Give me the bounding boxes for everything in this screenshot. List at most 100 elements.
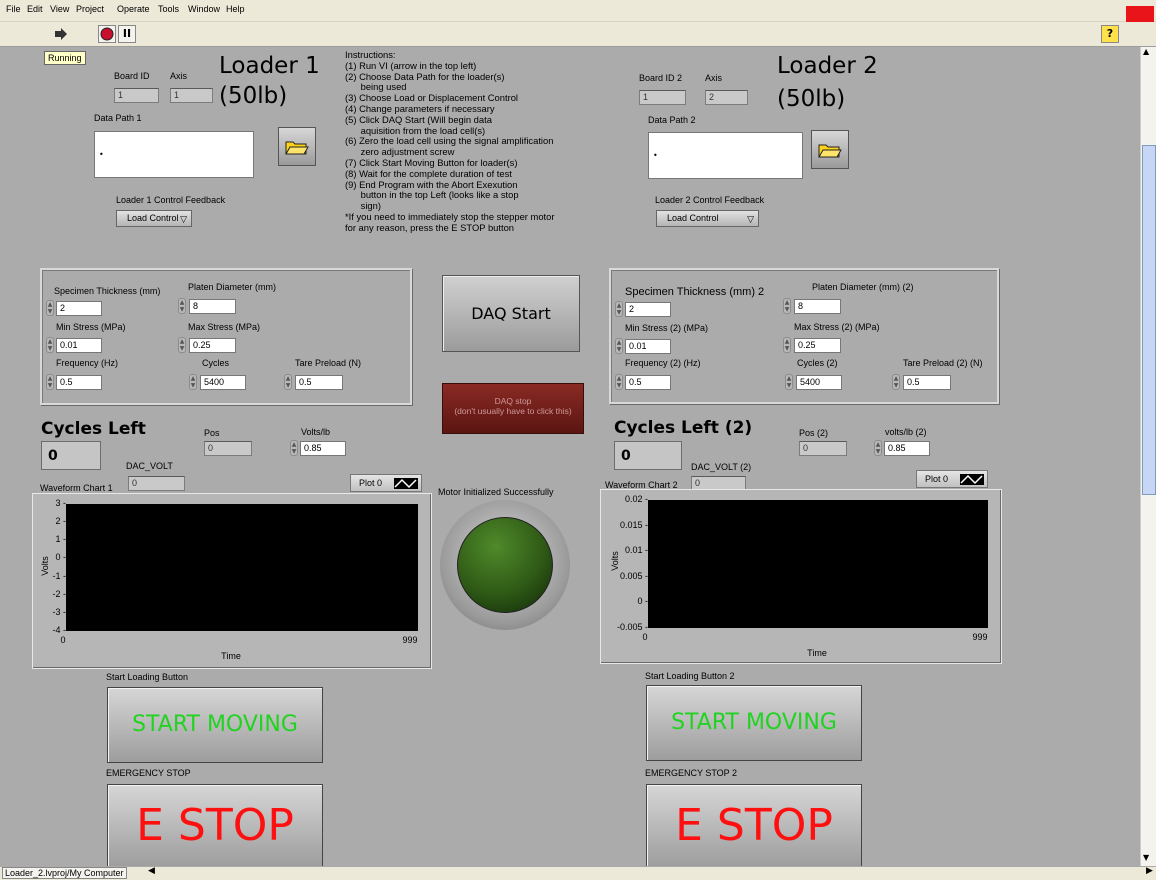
- thickness-stepper-icon[interactable]: ▲ ▼: [46, 300, 54, 316]
- dac-volt-label: DAC_VOLT: [126, 461, 173, 471]
- volts-stepper-icon[interactable]: ▲ ▼: [290, 440, 298, 456]
- menu-project[interactable]: Project: [76, 4, 104, 14]
- max-stress-input[interactable]: 0.25: [189, 338, 236, 353]
- instruction-line: button in the top Left (looks like a sto…: [345, 189, 519, 201]
- daq-stop-button[interactable]: DAQ stop (don't usually have to click th…: [442, 383, 584, 434]
- min-stress-input[interactable]: 0.01: [56, 338, 102, 353]
- frequency-2-stepper-icon[interactable]: ▲ ▼: [615, 374, 623, 390]
- loader2-title: Loader 2: [777, 53, 878, 79]
- motor-initialized-led: [457, 517, 553, 613]
- max-stress-2-stepper-icon[interactable]: ▲ ▼: [783, 337, 791, 353]
- daq-stop-label: DAQ stop: [494, 396, 532, 406]
- e-stop-2-button[interactable]: E STOP: [646, 784, 862, 868]
- min-stress-stepper-icon[interactable]: ▲ ▼: [46, 337, 54, 353]
- daq-start-button[interactable]: DAQ Start: [442, 275, 580, 352]
- specimen-thickness-input[interactable]: 2: [56, 301, 102, 316]
- tare-2-stepper-icon[interactable]: ▲ ▼: [892, 374, 900, 390]
- control-feedback-2-label: Loader 2 Control Feedback: [655, 195, 765, 205]
- plot-legend-label: Plot 0: [359, 478, 383, 488]
- platen-2-stepper-icon[interactable]: ▲ ▼: [783, 298, 791, 314]
- data-path-2-input[interactable]: •: [648, 132, 803, 179]
- y-tick-label: 2 -: [55, 516, 66, 527]
- max-stress-label: Max Stress (MPa): [188, 322, 261, 332]
- scroll-down-icon[interactable]: ▼: [1143, 853, 1149, 862]
- scroll-left-icon[interactable]: ◀: [148, 866, 155, 876]
- pause-button[interactable]: II: [118, 25, 136, 43]
- volts-per-lb-label: Volts/lb: [301, 427, 331, 437]
- frequency-2-input[interactable]: 0.5: [625, 375, 671, 390]
- waveform-chart-2: 0.02 -0.015 -0.01 -0.005 -0 - -0.005 - 0 …: [600, 489, 1002, 664]
- platen-stepper-icon[interactable]: ▲ ▼: [178, 298, 186, 314]
- dac-volt-indicator: 0: [128, 476, 185, 491]
- loader2-capacity: (50lb): [777, 86, 846, 112]
- cycles-2-label: Cycles (2): [797, 358, 838, 368]
- chart1-yaxis-label: Volts: [40, 556, 50, 576]
- menu-window[interactable]: Window: [188, 4, 220, 14]
- menu-view[interactable]: View: [50, 4, 69, 14]
- tare-stepper-icon[interactable]: ▲ ▼: [284, 374, 292, 390]
- browse-folder-2-button[interactable]: [811, 130, 849, 169]
- tare-preload-2-input[interactable]: 0.5: [903, 375, 951, 390]
- min-stress-2-input[interactable]: 0.01: [625, 339, 671, 354]
- waveform-chart-1: 3 -2 -1 -0 - -1 - -2 - -3 - -4 - 0 999 Time …: [32, 493, 432, 669]
- volts-2-stepper-icon[interactable]: ▲ ▼: [874, 440, 882, 456]
- control-feedback-ring[interactable]: Load Control ▽: [116, 210, 192, 227]
- max-stress-stepper-icon[interactable]: ▲ ▼: [178, 337, 186, 353]
- scroll-thumb[interactable]: [1142, 145, 1156, 495]
- run-arrow-icon[interactable]: [52, 25, 70, 43]
- menu-file[interactable]: File: [6, 4, 21, 14]
- daq-stop-hint: (don't usually have to click this): [454, 406, 572, 416]
- y-tick-label: 0.015 -: [619, 519, 648, 530]
- cycles-input[interactable]: 5400: [200, 375, 246, 390]
- tare-preload-2-label: Tare Preload (2) (N): [903, 358, 983, 368]
- cycles-stepper-icon[interactable]: ▲ ▼: [189, 374, 197, 390]
- platen-diameter-2-input[interactable]: 8: [794, 299, 841, 314]
- frequency-input[interactable]: 0.5: [56, 375, 102, 390]
- plot-legend-2[interactable]: Plot 0: [916, 470, 988, 488]
- emergency-stop-label: EMERGENCY STOP: [106, 768, 191, 778]
- menu-operate[interactable]: Operate: [117, 4, 150, 14]
- cycles-left-indicator: 0: [41, 441, 101, 470]
- instruction-line: for any reason, press the E STOP button: [345, 221, 515, 233]
- vertical-scrollbar[interactable]: ▲ ▼: [1140, 47, 1156, 866]
- abort-stop-icon[interactable]: [98, 25, 116, 43]
- thickness-2-stepper-icon[interactable]: ▲ ▼: [615, 301, 623, 317]
- platen-diameter-2-label: Platen Diameter (mm) (2): [812, 282, 914, 292]
- menu-bar: File Edit View Project Operate Tools Win…: [0, 0, 1156, 40]
- tare-preload-input[interactable]: 0.5: [295, 375, 343, 390]
- pos-indicator: 0: [204, 441, 252, 456]
- browse-folder-button[interactable]: [278, 127, 316, 166]
- menu-tools[interactable]: Tools: [158, 4, 179, 14]
- loader1-title: Loader 1: [219, 53, 320, 79]
- plot-legend[interactable]: Plot 0: [350, 474, 422, 492]
- menu-help[interactable]: Help: [226, 4, 245, 14]
- loader1-parameters-group: Specimen Thickness (mm) ▲ ▼ 2 Platen Diam…: [40, 268, 412, 405]
- cycles-2-input[interactable]: 5400: [796, 375, 842, 390]
- y-tick-label: 3 -: [55, 498, 66, 508]
- e-stop-button[interactable]: E STOP: [107, 784, 323, 868]
- menu-edit[interactable]: Edit: [27, 4, 43, 14]
- cycles-label: Cycles: [202, 358, 230, 368]
- instructions-block: Instructions: (1) Run VI (arrow in the to…: [345, 49, 615, 234]
- cycles-left-label: Cycles Left: [41, 419, 146, 439]
- board-id-label: Board ID: [114, 71, 150, 81]
- control-feedback-2-ring[interactable]: Load Control ▽: [656, 210, 759, 227]
- chart2-xaxis-label: Time: [807, 648, 827, 658]
- platen-diameter-input[interactable]: 8: [189, 299, 236, 314]
- data-path-input[interactable]: •: [94, 131, 254, 178]
- specimen-thickness-2-input[interactable]: 2: [625, 302, 671, 317]
- chart1-xtick-min: 0: [60, 635, 66, 645]
- cycles-2-stepper-icon[interactable]: ▲ ▼: [785, 374, 793, 390]
- min-stress-2-stepper-icon[interactable]: ▲ ▼: [615, 338, 623, 354]
- volts-per-lb-input[interactable]: 0.85: [300, 441, 346, 456]
- start-moving-button[interactable]: START MOVING: [107, 687, 323, 763]
- scroll-up-icon[interactable]: ▲: [1143, 47, 1149, 56]
- loader2-parameters-group: Specimen Thickness (mm) 2 ▲ ▼ 2 Platen Di…: [609, 268, 999, 404]
- frequency-stepper-icon[interactable]: ▲ ▼: [46, 374, 54, 390]
- start-moving-2-button[interactable]: START MOVING: [646, 685, 862, 761]
- max-stress-2-input[interactable]: 0.25: [794, 338, 841, 353]
- board-id-indicator: 1: [114, 88, 159, 103]
- context-help-button[interactable]: ?: [1101, 25, 1119, 43]
- volts-per-lb-2-input[interactable]: 0.85: [884, 441, 930, 456]
- scroll-right-icon[interactable]: ▶: [1146, 866, 1153, 876]
